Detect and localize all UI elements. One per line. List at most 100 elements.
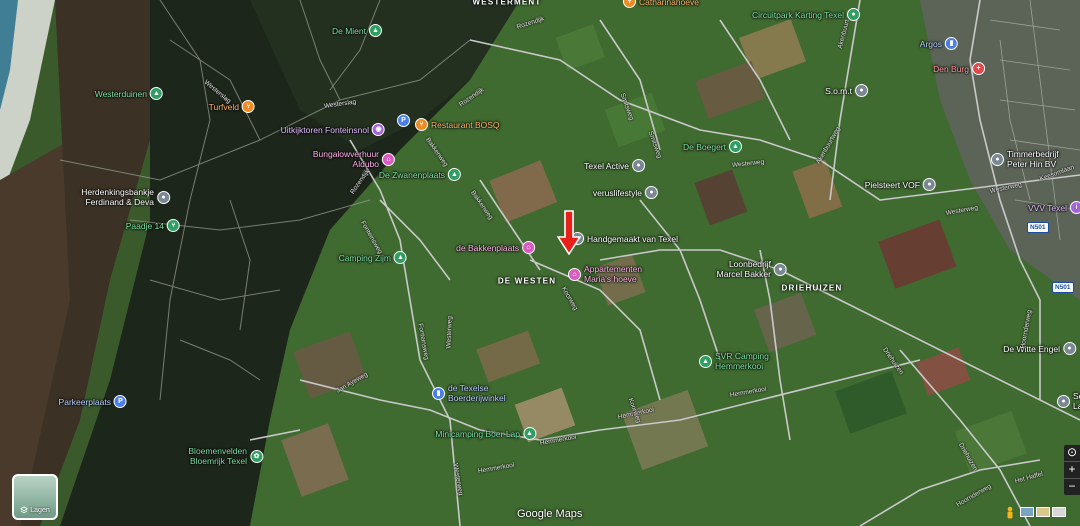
poi-westerduinen[interactable]: ▲ Westerduinen — [95, 87, 163, 100]
parking-icon[interactable]: P — [114, 395, 127, 408]
poi-label: Catharinahoeve — [639, 0, 700, 7]
poi-bloemenvelden[interactable]: ✿ Bloemenvelden Bloemrijk Texel — [188, 446, 263, 466]
poi-svr-camping[interactable]: ▲ SVR Camping Hemmerkooi — [699, 351, 769, 371]
street-label-westerweg-4: Westerweg — [445, 315, 454, 349]
business-icon[interactable]: ● — [991, 152, 1004, 166]
poi-camping-zijm[interactable]: ▲ Camping Zijm — [339, 251, 407, 264]
poi-somt[interactable]: ● S.o.m.t — [825, 84, 868, 97]
poi-uitkijktoren[interactable]: ◉ Uitkijktoren Fonteinsnol — [281, 123, 385, 136]
poi-vvv-texel[interactable]: i VVV Texel — [1028, 201, 1080, 214]
place-label-de-westen: DE WESTEN — [497, 276, 557, 286]
poi-argos[interactable]: ▮ Argos — [920, 37, 958, 50]
poi-den-burg[interactable]: + Den Burg — [933, 62, 985, 75]
shop-icon[interactable]: ● — [645, 186, 658, 199]
poi-label: Paadje 14 — [125, 220, 164, 231]
business-icon[interactable]: ● — [1063, 342, 1076, 355]
campground-icon[interactable]: ▲ — [699, 354, 712, 368]
info-icon[interactable]: i — [1070, 201, 1080, 214]
restaurant-icon[interactable]: ⑂ — [415, 118, 428, 131]
poi-label: Circuitpark Karting Texel — [752, 9, 844, 20]
landmark-icon[interactable]: ● — [157, 190, 170, 204]
poi-de-witte-engel[interactable]: ● De Witte Engel — [1003, 342, 1076, 355]
poi-turfveld[interactable]: ⑂ Turfveld — [209, 100, 255, 113]
business-icon[interactable]: ● — [774, 262, 787, 276]
restaurant-icon[interactable]: ⑂ — [167, 219, 180, 232]
poi-label: Argos — [919, 38, 942, 49]
poi-label: Camping Zijm — [338, 252, 391, 263]
poi-label: Den Burg — [933, 63, 969, 74]
my-location-icon[interactable]: ⊙ — [1064, 445, 1080, 461]
gas-station-icon[interactable]: ▮ — [945, 37, 958, 50]
poi-pielsteert[interactable]: ● Pielsteert VOF — [865, 178, 936, 191]
business-icon[interactable]: ● — [923, 178, 936, 191]
campground-icon[interactable]: ▲ — [394, 251, 407, 264]
pegman-icon[interactable] — [1004, 506, 1016, 520]
poi-texel-active[interactable]: ● Texel Active — [584, 159, 645, 172]
poi-parkeerplaats[interactable]: P Parkeerplaats — [59, 395, 127, 408]
place-label-westerment: WESTERMENT — [472, 0, 542, 7]
poi-label: Appartementen Maria's hoeve — [584, 264, 643, 284]
poi-loonbedrijf[interactable]: ● Loonbedrijf Marcel Bakker — [717, 259, 787, 279]
satellite-map[interactable]: ⑂ Catharinahoeve ● Circuitpark Karting Texe… — [0, 0, 1080, 526]
poi-label: Pielsteert VOF — [864, 179, 920, 190]
business-icon[interactable]: ● — [855, 84, 868, 97]
satellite-terrain — [0, 0, 1080, 526]
poi-label: Parkeerplaats — [58, 396, 111, 407]
place-label-driehuizen: DRIEHUIZEN — [781, 283, 843, 293]
zoom-control: ⊙ + − — [1064, 445, 1080, 495]
poi-catharinahoeve[interactable]: ⑂ Catharinahoeve — [623, 0, 699, 8]
map-thumb-3[interactable] — [1052, 507, 1066, 517]
park-icon[interactable]: ▲ — [150, 87, 163, 100]
hotel-icon[interactable]: ⌂ — [522, 241, 535, 254]
park-icon[interactable]: ▲ — [369, 24, 382, 37]
google-maps-logo: Google Maps — [517, 508, 583, 520]
hotel-icon[interactable]: ⌂ — [568, 267, 581, 281]
shopping-icon[interactable]: ▮ — [432, 386, 445, 400]
poi-handgemaakt[interactable]: ●Handgemaakt van Texel — [571, 232, 678, 245]
layers-label: Lagen — [30, 506, 50, 514]
poi-label: Herdenkingsbankje Ferdinand & Deva — [81, 187, 154, 207]
map-type-thumbnails[interactable] — [1020, 507, 1066, 519]
restaurant-icon[interactable]: ⑂ — [242, 100, 255, 113]
poi-label: Westerduinen — [94, 88, 147, 99]
poi-label: Bloemenvelden Bloemrijk Texel — [188, 446, 247, 466]
poi-bungalowverhuur[interactable]: ⌂ Bungalowverhuur Aldubo — [313, 149, 395, 169]
poi-label: Timmerbedrijf Peter Hin BV — [1007, 149, 1059, 169]
map-thumb-2[interactable] — [1036, 507, 1050, 517]
campground-icon[interactable]: ▲ — [729, 140, 742, 153]
parking-icon[interactable]: P — [397, 114, 410, 127]
poi-zwanenplaats[interactable]: ▲ De Zwanenplaats — [379, 168, 461, 181]
poi-de-boegert[interactable]: ▲ De Boegert — [683, 140, 742, 153]
poi-timmerbedrijf[interactable]: ● Timmerbedrijf Peter Hin BV — [991, 149, 1059, 169]
poi-label: veruslifestyle — [592, 187, 642, 198]
poi-herdenkingsbankje[interactable]: ● Herdenkingsbankje Ferdinand & Deva — [81, 187, 170, 207]
hospital-icon[interactable]: + — [972, 62, 985, 75]
poi-restaurant-bosq[interactable]: ⑂ Restaurant BOSQ — [415, 118, 500, 131]
campground-icon[interactable]: ▲ — [448, 168, 461, 181]
campground-icon[interactable]: ▲ — [523, 427, 536, 440]
poi-parking-bosq[interactable]: P — [397, 114, 410, 127]
poi-label: VVV Texel — [1027, 202, 1067, 213]
poi-minicamping[interactable]: ▲ Minicamping Boer Lap — [435, 427, 536, 440]
poi-paadje14[interactable]: ⑂ Paadje 14 — [126, 219, 180, 232]
map-thumb-1[interactable] — [1020, 507, 1034, 517]
poi-appartementen[interactable]: ⌂ Appartementen Maria's hoeve — [568, 264, 642, 284]
layers-button[interactable]: Lagen — [12, 474, 58, 520]
zoom-out-button[interactable]: − — [1064, 479, 1080, 495]
poi-schapen[interactable]: ●SchaperLamm — [1057, 391, 1080, 411]
shop-icon[interactable]: ● — [632, 159, 645, 172]
red-down-arrow-icon — [557, 210, 581, 255]
garden-icon[interactable]: ✿ — [250, 449, 263, 463]
hotel-icon[interactable]: ⌂ — [382, 152, 395, 166]
poi-label: De Boegert — [683, 141, 726, 152]
poi-de-mient[interactable]: ▲ De Mient — [332, 24, 382, 37]
viewpoint-icon[interactable]: ◉ — [372, 123, 385, 136]
business-icon[interactable]: ● — [1057, 394, 1070, 408]
poi-label: Turfveld — [208, 101, 239, 112]
restaurant-icon[interactable]: ⑂ — [623, 0, 636, 8]
zoom-in-button[interactable]: + — [1064, 462, 1080, 478]
poi-label: De Mient — [331, 25, 366, 36]
poi-veruslifestyle[interactable]: ● veruslifestyle — [593, 186, 658, 199]
poi-bakkenplaats[interactable]: ⌂ de Bakkenplaats — [456, 241, 535, 254]
poi-texelse-boerderijwinkel[interactable]: ▮ de Texelse Boerderijwinkel — [432, 383, 506, 403]
